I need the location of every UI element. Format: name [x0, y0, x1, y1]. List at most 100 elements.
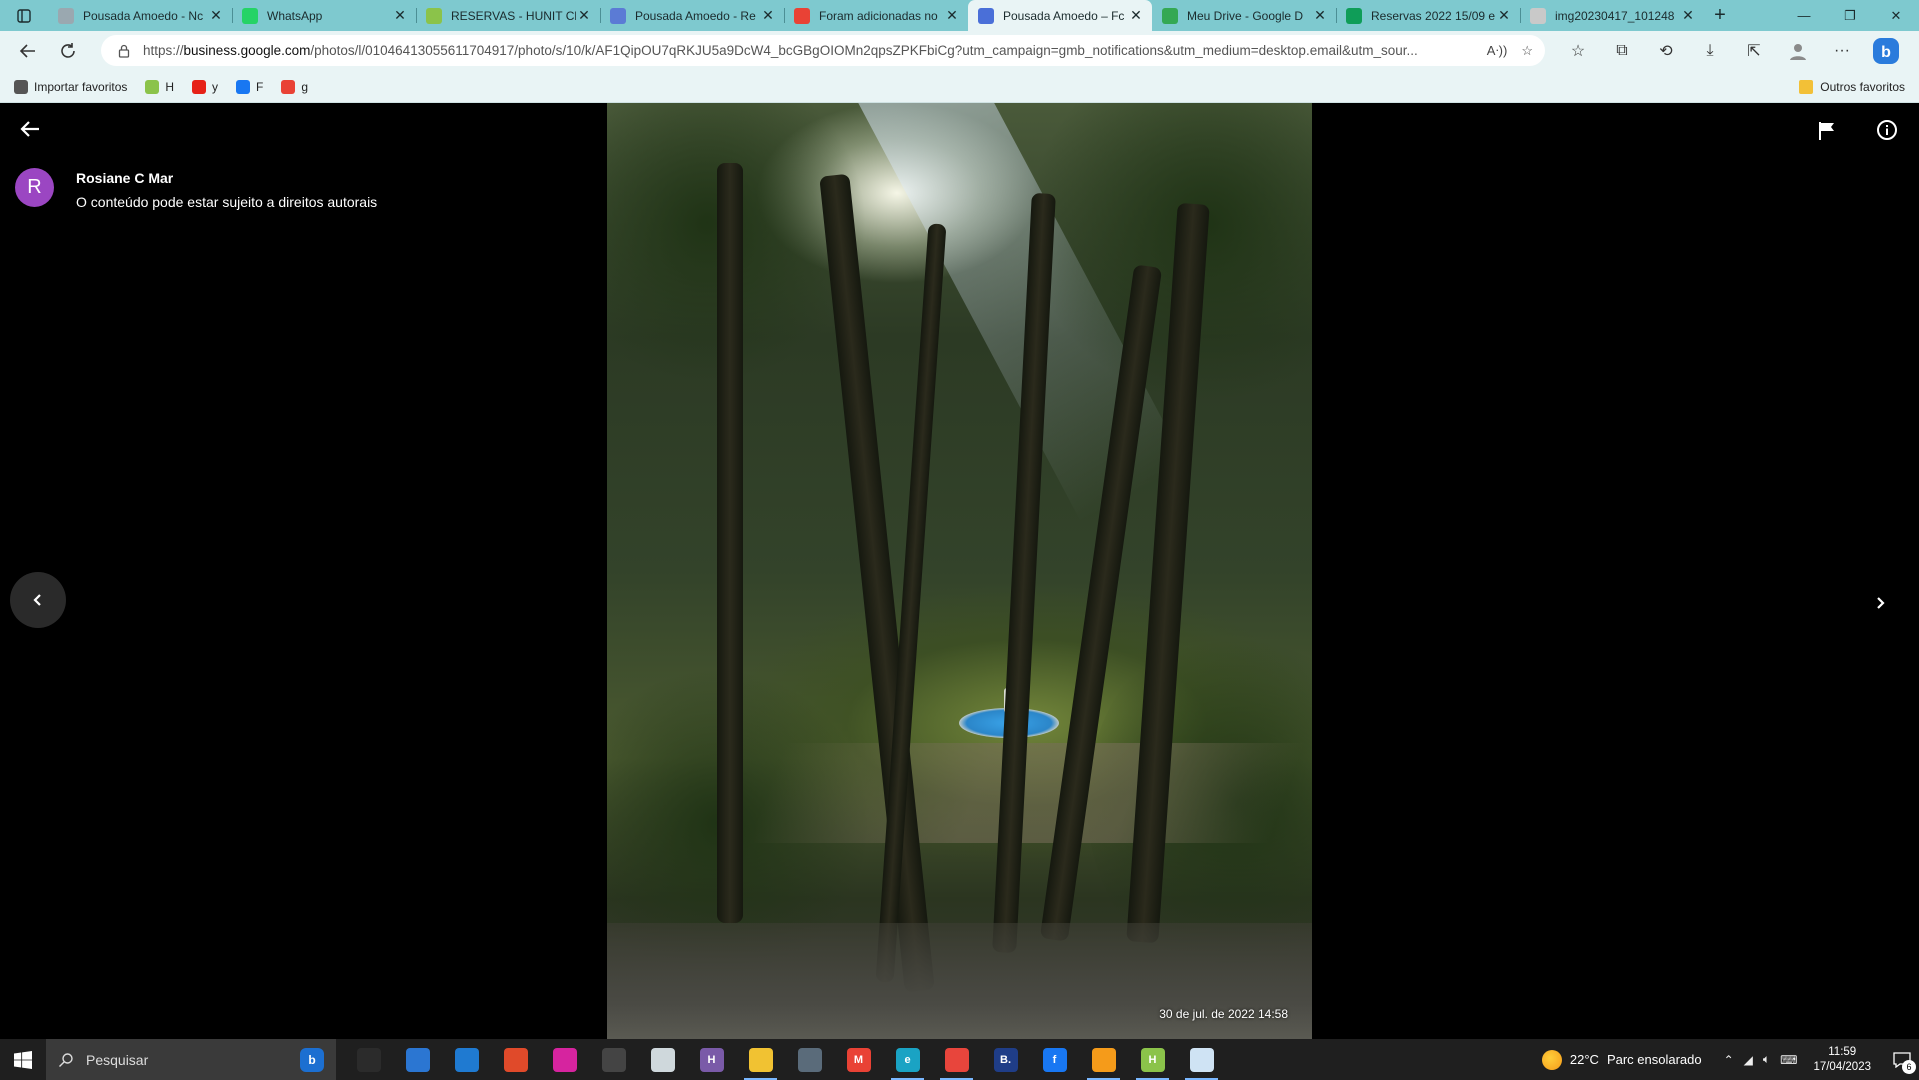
browser-tab[interactable]: Meu Drive - Google D ✕	[1152, 0, 1336, 31]
restore-button[interactable]: ❐	[1827, 0, 1873, 31]
taskbar-app-booking[interactable]: B.	[981, 1039, 1030, 1080]
close-tab-icon[interactable]: ✕	[1496, 7, 1512, 24]
clock[interactable]: 11:59 17/04/2023	[1813, 1045, 1871, 1075]
profile-button[interactable]	[1776, 31, 1820, 71]
language-icon[interactable]: ⌨	[1780, 1053, 1797, 1067]
close-tab-icon[interactable]: ✕	[576, 7, 592, 24]
close-window-button[interactable]: ✕	[1873, 0, 1919, 31]
new-tab-button[interactable]: +	[1704, 0, 1736, 31]
system-tray: 22°C Parc ensolarado ⌃ ◢ 🔈︎ ⌨ 11:59 17/0…	[1541, 1039, 1919, 1080]
collections-icon: ⧉	[1616, 42, 1628, 59]
browser-tab[interactable]: Foram adicionadas no ✕	[784, 0, 968, 31]
previous-photo-button[interactable]	[10, 572, 66, 628]
browser-tab[interactable]: Pousada Amoedo – Fc ✕	[968, 0, 1152, 31]
bookmark-label: F	[256, 79, 264, 94]
bookmark-label: g	[301, 79, 309, 94]
close-tab-icon[interactable]: ✕	[1312, 7, 1328, 24]
close-tab-icon[interactable]: ✕	[1128, 7, 1144, 24]
add-favorite-icon[interactable]: ☆	[1521, 43, 1533, 59]
bing-chat-button[interactable]: b	[1864, 31, 1908, 71]
info-icon	[1877, 120, 1897, 140]
show-hidden-icons-chevron-icon[interactable]: ⌃	[1724, 1053, 1734, 1067]
photo-info-button[interactable]	[1876, 119, 1898, 146]
browser-tab[interactable]: RESERVAS - HUNIT Ch ✕	[416, 0, 600, 31]
taskbar-app-calculator[interactable]	[785, 1039, 834, 1080]
history-button[interactable]: ⟲	[1644, 31, 1688, 71]
clock-date: 17/04/2023	[1813, 1060, 1871, 1073]
weather-widget[interactable]: 22°C Parc ensolarado	[1541, 1049, 1702, 1070]
chevron-left-icon	[33, 594, 41, 606]
avatar[interactable]: R	[15, 168, 54, 207]
address-bar-actions: Aᐧ)) ☆	[1487, 43, 1545, 59]
taskbar-app-hunit[interactable]: H	[687, 1039, 736, 1080]
taskbar-app-file-explorer[interactable]	[736, 1039, 785, 1080]
windows-logo-icon	[14, 1050, 32, 1069]
taskbar-app-edge[interactable]: e	[883, 1039, 932, 1080]
close-tab-icon[interactable]: ✕	[392, 7, 408, 24]
close-tab-icon[interactable]: ✕	[1680, 7, 1696, 24]
next-photo-button[interactable]	[1866, 589, 1894, 617]
close-tab-icon[interactable]: ✕	[944, 7, 960, 24]
bookmark-item[interactable]: H	[145, 79, 174, 94]
downloads-button[interactable]: ⤓	[1688, 31, 1732, 71]
taskbar-app-chrome[interactable]	[932, 1039, 981, 1080]
google-business-icon	[58, 7, 74, 24]
tab-title: Pousada Amoedo - Re	[635, 8, 756, 23]
taskbar-app-document-viewer[interactable]	[1177, 1039, 1226, 1080]
bookmark-item[interactable]: g	[281, 79, 309, 94]
bookmark-item[interactable]: Importar favoritos	[14, 79, 127, 94]
network-icon[interactable]: ◢	[1744, 1053, 1753, 1067]
close-tab-icon[interactable]: ✕	[208, 7, 224, 24]
refresh-button[interactable]	[48, 31, 88, 71]
browser-tab[interactable]: Reservas 2022 15/09 e ✕	[1336, 0, 1520, 31]
search-icon	[59, 1052, 73, 1067]
photo-author: R Rosiane C Mar O conteúdo pode estar su…	[15, 168, 377, 210]
minimize-button[interactable]: —	[1781, 0, 1827, 31]
tab-title: Meu Drive - Google D	[1187, 8, 1304, 23]
browser-tab[interactable]: Pousada Amoedo - Re ✕	[600, 0, 784, 31]
browser-tab[interactable]: WhatsApp ✕	[232, 0, 416, 31]
browser-tab[interactable]: img20230417_101248 ✕	[1520, 0, 1704, 31]
taskbar-search[interactable]: Pesquisar b	[46, 1039, 336, 1080]
tab-actions-button[interactable]	[0, 0, 48, 31]
viewer-back-button[interactable]	[18, 117, 42, 141]
google-business-icon	[978, 7, 994, 24]
volume-icon[interactable]: 🔈︎	[1763, 1052, 1770, 1067]
bing-search-icon[interactable]: b	[300, 1048, 324, 1072]
taskbar-app-task-view[interactable]	[344, 1039, 393, 1080]
other-bookmarks-folder[interactable]: Outros favoritos	[1799, 71, 1905, 103]
edge-icon: e	[895, 1047, 920, 1072]
google-drive-icon	[1162, 7, 1178, 24]
taskbar-app-hunit-2[interactable]: H	[1128, 1039, 1177, 1080]
lock-icon[interactable]	[117, 44, 131, 58]
taskbar-app-notepad[interactable]	[638, 1039, 687, 1080]
author-name[interactable]: Rosiane C Mar	[76, 170, 377, 186]
start-button[interactable]	[0, 1039, 46, 1080]
bing-icon: b	[1873, 38, 1899, 64]
browser-tab[interactable]: Pousada Amoedo - Nc ✕	[48, 0, 232, 31]
taskbar-app-instagram[interactable]	[540, 1039, 589, 1080]
close-tab-icon[interactable]: ✕	[760, 7, 776, 24]
taskbar-app-microsoft-store[interactable]	[393, 1039, 442, 1080]
favorites-button[interactable]: ☆	[1556, 31, 1600, 71]
taskbar-app-app-red[interactable]	[491, 1039, 540, 1080]
taskbar-app-mail[interactable]	[442, 1039, 491, 1080]
report-photo-button[interactable]	[1818, 121, 1836, 146]
address-bar[interactable]: https://business.google.com/photos/l/010…	[101, 35, 1545, 66]
settings-menu-button[interactable]: ···	[1820, 31, 1864, 71]
collections-button[interactable]: ⧉	[1600, 31, 1644, 71]
taskbar-app-weather-app[interactable]	[1079, 1039, 1128, 1080]
back-button[interactable]	[8, 31, 48, 71]
microsoft-store-icon	[405, 1047, 430, 1072]
taskbar-app-facebook[interactable]: f	[1030, 1039, 1079, 1080]
other-bookmarks-label: Outros favoritos	[1820, 80, 1905, 94]
share-button[interactable]: ⇱	[1732, 31, 1776, 71]
app-red-icon	[503, 1047, 528, 1072]
taskbar-app-gmail[interactable]: M	[834, 1039, 883, 1080]
notification-center-button[interactable]: 6	[1885, 1039, 1919, 1080]
bookmark-item[interactable]: F	[236, 79, 264, 94]
bookmark-item[interactable]: y	[192, 79, 218, 94]
read-aloud-icon[interactable]: Aᐧ))	[1487, 43, 1508, 59]
taskbar-app-app-circle[interactable]	[589, 1039, 638, 1080]
gmail-icon	[794, 7, 810, 24]
